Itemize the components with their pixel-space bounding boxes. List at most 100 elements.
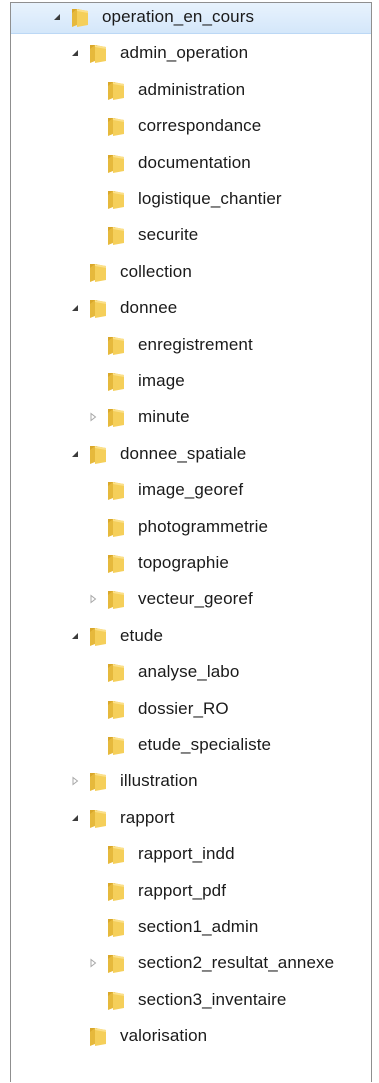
expander-placeholder xyxy=(69,1030,81,1042)
tree-item-label: minute xyxy=(138,407,190,427)
triangle-collapsed-icon[interactable] xyxy=(87,593,99,605)
tree-item-label: etude_specialiste xyxy=(138,735,272,754)
folder-icon xyxy=(87,625,109,647)
tree-item-label: section1_admin xyxy=(138,917,259,936)
expander-placeholder xyxy=(87,885,99,897)
tree-item-donnee-spatiale[interactable]: donnee_spatiale xyxy=(11,437,371,470)
tree-item-label: image xyxy=(138,371,185,390)
folder-icon xyxy=(105,406,127,428)
expander-placeholder xyxy=(87,84,99,96)
expander-placeholder xyxy=(87,484,99,496)
tree-item-section3-inventaire[interactable]: section3_inventaire xyxy=(11,983,371,1016)
tree-item-photogrammetrie[interactable]: photogrammetrie xyxy=(11,510,371,543)
tree-item-section1-admin[interactable]: section1_admin xyxy=(11,911,371,944)
folder-icon xyxy=(105,952,127,974)
folder-icon xyxy=(105,79,127,101)
tree-item-label: correspondance xyxy=(138,116,262,136)
tree-item-label: section2_resultat_annexe xyxy=(138,953,335,973)
tree-item-section2-resultat-annexe[interactable]: section2_resultat_annexe xyxy=(11,947,371,980)
folder-icon xyxy=(105,370,127,392)
tree-item-label: topographie xyxy=(138,553,229,572)
tree-item-etude[interactable]: etude xyxy=(11,619,371,652)
expander-placeholder xyxy=(87,739,99,751)
folder-icon xyxy=(87,807,109,829)
tree-item-etude-specialiste[interactable]: etude_specialiste xyxy=(11,729,371,762)
tree-item-securite[interactable]: securite xyxy=(11,219,371,252)
expander-placeholder xyxy=(87,375,99,387)
tree-item-label: operation_en_cours xyxy=(102,7,255,26)
folder-icon xyxy=(87,261,109,283)
folder-icon xyxy=(87,297,109,319)
tree-item-label: dossier_RO xyxy=(138,698,229,718)
folder-icon xyxy=(87,443,109,465)
tree-item-valorisation[interactable]: valorisation xyxy=(11,1020,371,1053)
tree-item-label: administration xyxy=(138,79,246,99)
triangle-expanded-icon[interactable] xyxy=(69,812,81,824)
folder-icon xyxy=(87,42,109,64)
tree-item-label: enregistrement xyxy=(138,334,253,354)
expander-placeholder xyxy=(87,666,99,678)
expander-placeholder xyxy=(87,994,99,1006)
folder-icon xyxy=(87,1025,109,1047)
expander-placeholder xyxy=(69,266,81,278)
expander-placeholder xyxy=(87,557,99,569)
triangle-collapsed-icon[interactable] xyxy=(87,411,99,423)
expander-placeholder xyxy=(87,193,99,205)
tree-item-rapport[interactable]: rapport xyxy=(11,801,371,834)
folder-icon xyxy=(105,880,127,902)
triangle-collapsed-icon[interactable] xyxy=(87,957,99,969)
triangle-expanded-icon[interactable] xyxy=(51,11,63,23)
tree-item-vecteur-georef[interactable]: vecteur_georef xyxy=(11,583,371,616)
tree-item-analyse-labo[interactable]: analyse_labo xyxy=(11,656,371,689)
folder-icon xyxy=(105,552,127,574)
folder-icon xyxy=(105,698,127,720)
tree-item-correspondance[interactable]: correspondance xyxy=(11,110,371,143)
tree-item-admin-operation[interactable]: admin_operation xyxy=(11,37,371,70)
expander-placeholder xyxy=(87,703,99,715)
tree-item-label: vecteur_georef xyxy=(138,589,253,609)
tree-item-image[interactable]: image xyxy=(11,365,371,398)
tree-item-label: admin_operation xyxy=(120,43,249,63)
tree-item-label: valorisation xyxy=(120,1026,208,1046)
folder-icon xyxy=(105,334,127,356)
triangle-expanded-icon[interactable] xyxy=(69,630,81,642)
triangle-expanded-icon[interactable] xyxy=(69,302,81,314)
expander-placeholder xyxy=(87,521,99,533)
tree-item-image-georef[interactable]: image_georef xyxy=(11,474,371,507)
tree-item-enregistrement[interactable]: enregistrement xyxy=(11,328,371,361)
tree-item-label: etude xyxy=(120,625,164,645)
tree-item-donnee[interactable]: donnee xyxy=(11,292,371,325)
tree-item-administration[interactable]: administration xyxy=(11,73,371,106)
tree-item-minute[interactable]: minute xyxy=(11,401,371,434)
tree-item-topographie[interactable]: topographie xyxy=(11,547,371,580)
tree-item-label: securite xyxy=(138,225,199,245)
triangle-expanded-icon[interactable] xyxy=(69,47,81,59)
folder-icon xyxy=(87,770,109,792)
folder-icon xyxy=(105,188,127,210)
tree-item-label: illustration xyxy=(120,771,198,791)
folder-tree-panel: operation_en_cours admin_operationadminis… xyxy=(10,2,372,1082)
expander-placeholder xyxy=(87,339,99,351)
folder-tree: operation_en_cours admin_operationadminis… xyxy=(11,3,371,1082)
tree-item-label: photogrammetrie xyxy=(138,516,269,536)
triangle-collapsed-icon[interactable] xyxy=(69,775,81,787)
tree-item-label: rapport_pdf xyxy=(138,880,227,900)
tree-item-logistique-chantier[interactable]: logistique_chantier xyxy=(11,183,371,216)
tree-item-documentation[interactable]: documentation xyxy=(11,146,371,179)
tree-item-operation-en-cours[interactable]: operation_en_cours xyxy=(11,3,371,34)
tree-item-collection[interactable]: collection xyxy=(11,255,371,288)
tree-item-label: image_georef xyxy=(138,480,244,500)
folder-icon xyxy=(105,516,127,538)
expander-placeholder xyxy=(87,848,99,860)
tree-item-label: donnee xyxy=(120,298,178,318)
tree-item-illustration[interactable]: illustration xyxy=(11,765,371,798)
tree-item-label: donnee_spatiale xyxy=(120,443,247,463)
triangle-expanded-icon[interactable] xyxy=(69,448,81,460)
folder-icon xyxy=(69,6,91,28)
tree-item-dossier-ro[interactable]: dossier_RO xyxy=(11,692,371,725)
folder-icon xyxy=(105,989,127,1011)
tree-item-rapport-indd[interactable]: rapport_indd xyxy=(11,838,371,871)
tree-item-label: section3_inventaire xyxy=(138,989,287,1009)
tree-item-rapport-pdf[interactable]: rapport_pdf xyxy=(11,874,371,907)
tree-item-label: collection xyxy=(120,261,192,281)
